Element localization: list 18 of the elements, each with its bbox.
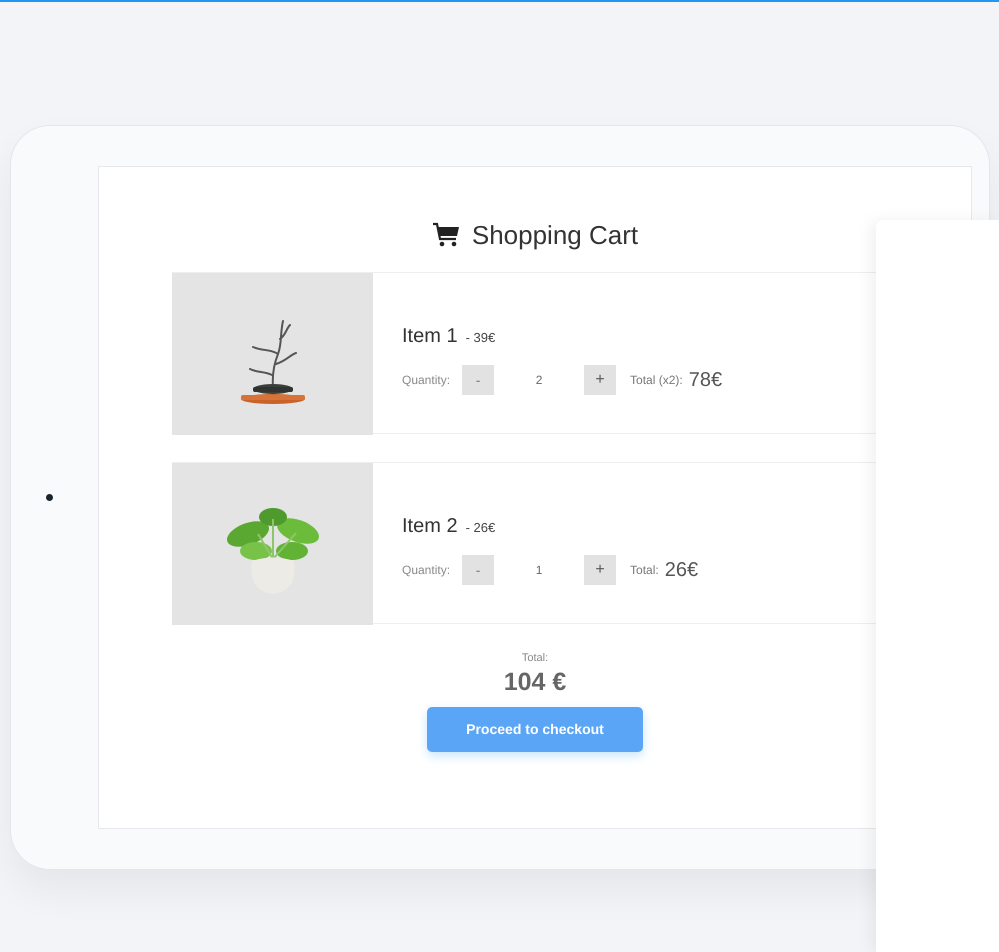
total-label: Total:: [522, 651, 548, 666]
item-total: 26€: [664, 558, 698, 583]
decrease-button[interactable]: -: [462, 365, 494, 395]
item-name: Item 1: [402, 324, 458, 349]
item-price: - 39€: [466, 329, 496, 347]
item-name: Item 2: [402, 514, 458, 539]
increase-button[interactable]: +: [584, 555, 616, 585]
item-total: 78€: [688, 368, 722, 393]
total-label: Total:: [630, 562, 659, 579]
shopping-cart-icon: [432, 222, 460, 248]
total-label: Total (x2):: [630, 372, 683, 389]
grand-total: 104 €: [504, 666, 566, 696]
quantity-label: Quantity:: [402, 372, 450, 389]
page-title: Shopping Cart: [472, 218, 638, 252]
item-price: - 26€: [466, 519, 496, 537]
quantity-label: Quantity:: [402, 562, 450, 579]
increase-button[interactable]: +: [584, 365, 616, 395]
decrease-button[interactable]: -: [462, 555, 494, 585]
